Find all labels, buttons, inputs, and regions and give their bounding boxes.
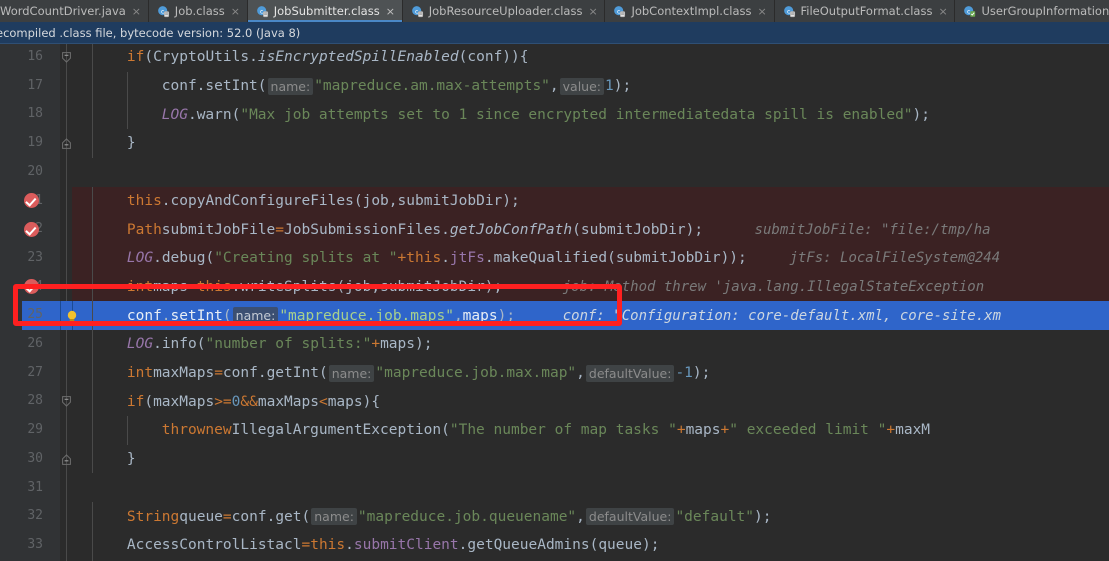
code-editor[interactable]: 16 if (CryptoUtils. isEncryptedSpillEnable… [0,44,1109,561]
code-line-text: LOG. info("number of splits:" + maps); [126,336,433,353]
indent-guide [92,186,93,216]
code-line-text: this. copyAndConfigureFiles(job, submitJo… [126,192,520,209]
code-line-text: Path submitJobFile = JobSubmissionFiles.… [126,221,704,238]
debugger-inline-value: jtFs: LocalFileSystem@244 [789,250,1001,267]
debugger-inline-value: job: Method threw 'java.lang.IllegalStat… [562,278,985,295]
class-file-icon: c [411,5,429,18]
line-number: 26 [27,336,43,351]
svg-text:c: c [161,8,164,15]
tab-label: WordCountDriver.java [0,4,126,18]
class-file-icon: c [963,5,981,18]
editor-tab-usergroupinformation-class[interactable]: cUserGroupInformation.class× [955,0,1109,22]
code-fold-start-icon[interactable] [62,396,71,407]
editor-tab-job-class[interactable]: c Job.class × [148,0,248,22]
code-line-text: throw new IllegalArgumentException("The … [161,422,931,439]
tab-close-icon[interactable]: × [386,6,395,17]
indent-guide [126,71,128,101]
indent-guide [92,358,93,388]
indent-guide [92,444,93,474]
line-number: 25 [27,307,43,323]
indent-guide [126,416,128,445]
line-number: 29 [27,422,43,438]
editor-tab-bar[interactable]: WordCountDriver.java × c Job.class × c JobSubm… [0,0,1109,22]
code-fold-start-icon[interactable] [62,51,71,63]
indent-guide [92,416,93,445]
indent-guide [92,100,93,130]
code-line-text: AccessControlList acl = this. submitClien… [126,537,660,554]
class-file-icon: c [783,5,801,18]
tab-close-icon[interactable]: × [588,6,597,17]
code-line-text: int maps = this. writeSplits(job, submitJ… [126,278,503,295]
editor-tab-fileoutputformat-class[interactable]: c FileOutputFormat.class × [774,0,956,22]
indent-guide [92,272,93,302]
tab-close-icon[interactable]: × [758,6,767,17]
line-number: 33 [27,536,43,552]
debugger-inline-value: conf: "Configuration: core-default.xml, … [562,307,1002,324]
code-line-text: if (CryptoUtils. isEncryptedSpillEnabled(… [126,49,529,66]
line-number: 19 [27,135,43,151]
tab-label: JobResourceUploader.class [428,4,583,18]
indent-guide [92,71,93,101]
notification-text: ecompiled .class file, bytecode version:… [0,25,301,40]
code-fold-end-icon[interactable] [62,453,71,465]
gutter-divider [60,301,61,330]
tab-label: JobContextImpl.class [631,4,752,18]
indent-guide [92,502,93,531]
svg-text:c: c [617,8,620,15]
indent-guide [92,330,93,359]
tab-close-icon[interactable]: × [231,6,240,17]
indent-guide [126,100,128,130]
editor-tab-jobsubmitter-class[interactable]: c JobSubmitter.class × [247,0,403,22]
line-number: 28 [27,393,43,409]
indent-guide [92,44,93,72]
line-number: 17 [27,77,43,93]
indent-guide [92,530,93,560]
tab-label: FileOutputFormat.class [800,4,933,18]
indent-guide [92,215,93,244]
svg-text:c: c [787,8,790,15]
code-line-text: } [126,451,136,468]
svg-text:c: c [415,8,418,15]
tab-label: Job.class [174,4,225,18]
editor-tab-wordcountdriver-java[interactable]: WordCountDriver.java × [0,0,149,22]
indent-guide [92,243,93,273]
tab-close-icon[interactable]: × [938,6,947,17]
breakpoint-icon[interactable] [24,222,39,238]
code-line-text: LOG. debug("Creating splits at " + this. j… [126,250,747,267]
code-line-text: String queue = conf. get( name: "mapreduc… [126,508,772,526]
line-number: 16 [27,49,43,64]
line-number: 32 [27,508,43,524]
code-line-text: if (maxMaps >= 0 && maxMaps < maps) { [126,393,381,410]
line-number: 31 [27,479,43,495]
indent-guide [92,129,93,158]
code-line-text: int maxMaps = conf. getInt( name: "mapred… [126,364,711,382]
editor-tab-jobcontextimpl-class[interactable]: c JobContextImpl.class × [605,0,775,22]
intention-bulb-icon[interactable] [66,309,78,323]
code-fold-end-icon[interactable] [62,138,71,149]
tab-label: UserGroupInformation.class [981,4,1109,18]
class-file-icon: c [613,5,631,18]
code-line-text: } [126,135,136,152]
code-line-text: LOG. warn("Max job attempts set to 1 sinc… [161,106,931,123]
line-number: 20 [27,163,43,179]
tab-close-icon[interactable]: × [132,6,141,17]
tab-label: JobSubmitter.class [273,4,380,18]
indent-guide [92,387,93,417]
code-line-text: conf. setInt( name: "mapreduce.job.maps",… [126,307,516,325]
line-number: 27 [27,364,43,380]
line-number: 18 [27,106,43,122]
class-file-icon: c [256,5,274,18]
class-file-icon: c [157,5,175,18]
debugger-inline-value: submitJobFile: "file:/tmp/ha [754,221,991,238]
svg-text:c: c [260,8,263,15]
decompiled-class-notification: ecompiled .class file, bytecode version:… [0,22,1109,44]
line-number: 30 [27,450,43,466]
code-line-text: conf. setInt( name: "mapreduce.am.max-att… [161,77,632,95]
line-number: 23 [27,249,43,265]
editor-tab-jobresourceuploader-class[interactable]: c JobResourceUploader.class × [402,0,606,22]
indent-guide [92,301,93,330]
svg-text:c: c [967,8,970,15]
